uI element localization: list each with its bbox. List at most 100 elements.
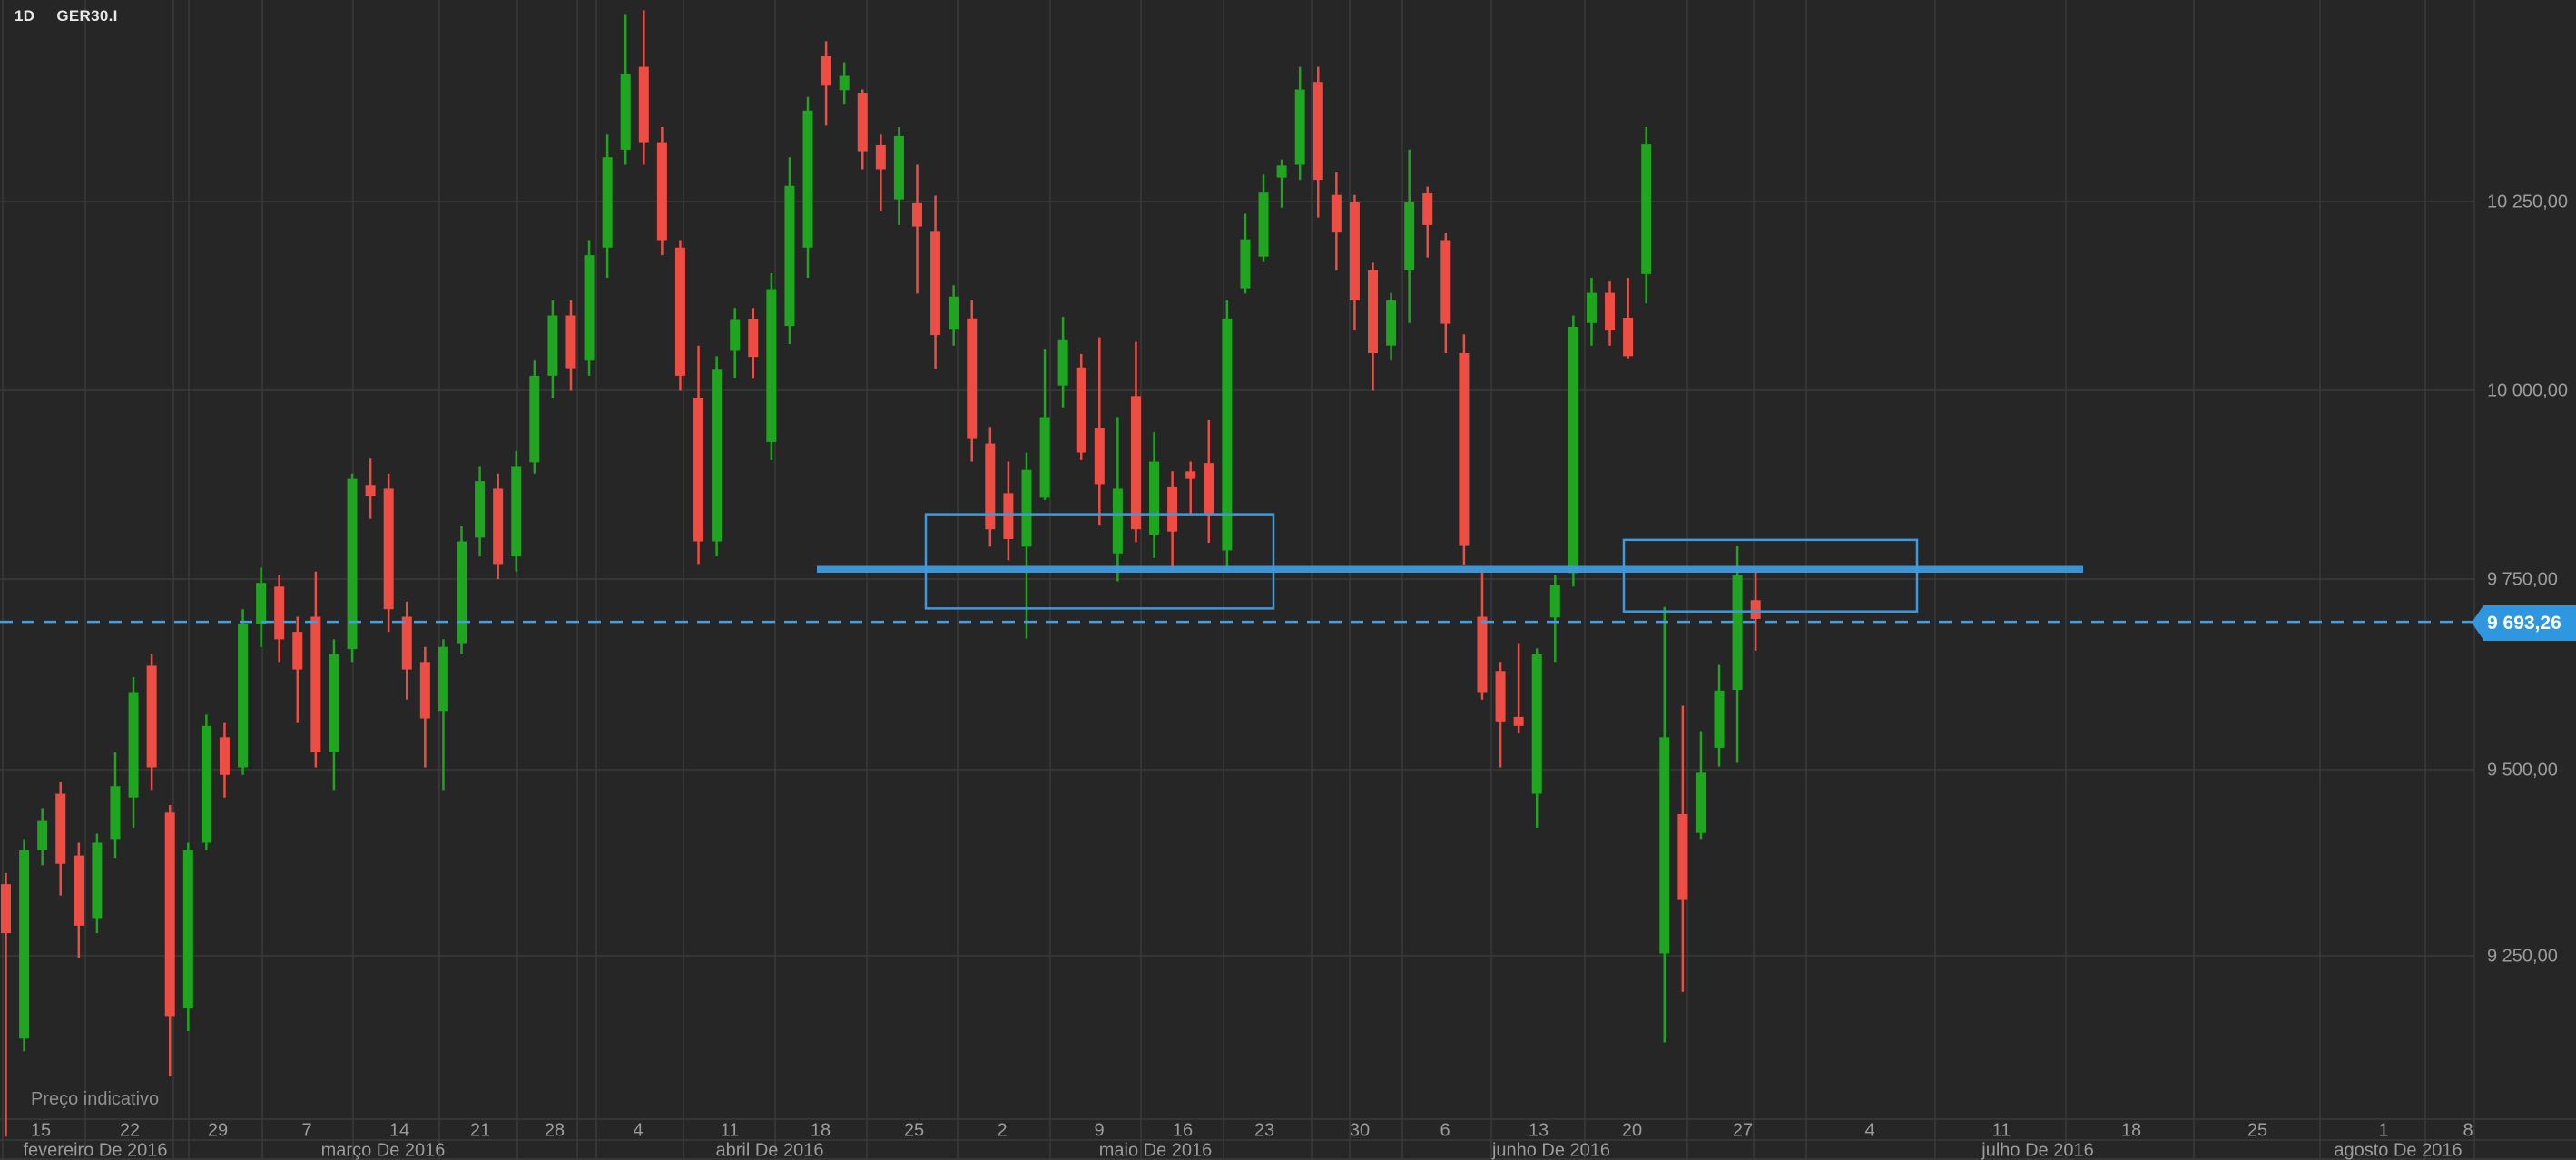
candle[interactable]	[712, 369, 722, 541]
candle[interactable]	[1167, 487, 1177, 532]
candle[interactable]	[730, 319, 740, 350]
candle[interactable]	[457, 542, 467, 644]
candle[interactable]	[1313, 82, 1323, 180]
candle[interactable]	[256, 583, 266, 624]
candle[interactable]	[1113, 488, 1123, 553]
symbol-label[interactable]: GER30.I	[56, 7, 117, 25]
candle[interactable]	[147, 665, 157, 767]
candle[interactable]	[1496, 671, 1506, 722]
candle[interactable]	[565, 316, 575, 369]
candle[interactable]	[1332, 195, 1342, 233]
candle[interactable]	[1659, 737, 1669, 953]
candle[interactable]	[1568, 327, 1578, 573]
candle[interactable]	[1021, 470, 1031, 547]
candle[interactable]	[1550, 585, 1560, 618]
candle[interactable]	[985, 444, 995, 530]
candle[interactable]	[1422, 193, 1432, 225]
candle[interactable]	[1277, 165, 1287, 177]
candle[interactable]	[1532, 654, 1542, 794]
candle[interactable]	[1149, 462, 1159, 536]
candle[interactable]	[238, 624, 248, 768]
candle[interactable]	[693, 398, 703, 542]
candle[interactable]	[748, 319, 758, 358]
candle[interactable]	[657, 143, 667, 241]
candle[interactable]	[967, 319, 977, 439]
candle[interactable]	[1077, 368, 1086, 453]
candle[interactable]	[675, 248, 685, 376]
candle[interactable]	[1459, 353, 1469, 546]
candle[interactable]	[930, 231, 940, 335]
candle[interactable]	[165, 812, 175, 1016]
candle[interactable]	[92, 843, 102, 919]
candle[interactable]	[402, 617, 412, 670]
candle[interactable]	[1733, 575, 1743, 690]
candle[interactable]	[1477, 617, 1487, 693]
candle[interactable]	[366, 485, 376, 496]
candle[interactable]	[129, 693, 139, 798]
candle[interactable]	[949, 297, 959, 330]
candle[interactable]	[1440, 241, 1450, 324]
candle[interactable]	[1368, 270, 1378, 353]
candle[interactable]	[438, 647, 448, 712]
candle[interactable]	[894, 136, 904, 200]
candle[interactable]	[821, 56, 831, 85]
candle[interactable]	[1095, 428, 1105, 484]
candle[interactable]	[547, 316, 557, 376]
candle[interactable]	[220, 737, 230, 775]
candle[interactable]	[1587, 293, 1597, 323]
candle[interactable]	[55, 794, 65, 864]
candle[interactable]	[1131, 396, 1141, 529]
candle[interactable]	[1, 884, 11, 933]
candle[interactable]	[1641, 144, 1651, 274]
candle[interactable]	[110, 786, 120, 839]
candle[interactable]	[475, 481, 485, 537]
candle[interactable]	[310, 617, 320, 752]
candle[interactable]	[202, 726, 211, 843]
timeframe-label[interactable]: 1D	[15, 7, 34, 25]
candle[interactable]	[603, 157, 613, 248]
candle[interactable]	[1259, 192, 1269, 257]
candle[interactable]	[19, 850, 29, 1039]
candle[interactable]	[1222, 319, 1232, 551]
candle[interactable]	[621, 74, 631, 150]
candle[interactable]	[1605, 293, 1615, 331]
candle[interactable]	[183, 850, 193, 1008]
candle[interactable]	[1295, 90, 1305, 165]
candle[interactable]	[384, 488, 394, 609]
candle[interactable]	[1350, 202, 1360, 300]
candle[interactable]	[1040, 418, 1050, 498]
candle[interactable]	[766, 289, 776, 441]
candle[interactable]	[1058, 340, 1068, 386]
candle[interactable]	[639, 67, 649, 143]
candle[interactable]	[74, 856, 84, 926]
candle[interactable]	[1386, 300, 1396, 346]
candle[interactable]	[1185, 471, 1195, 478]
candle[interactable]	[1623, 318, 1633, 356]
candle[interactable]	[1514, 717, 1524, 726]
candle[interactable]	[858, 93, 868, 152]
candle[interactable]	[1003, 493, 1013, 539]
candle[interactable]	[493, 488, 503, 564]
candle[interactable]	[292, 632, 302, 670]
candle[interactable]	[529, 376, 539, 462]
candle[interactable]	[348, 479, 358, 650]
candle[interactable]	[274, 586, 284, 639]
candle[interactable]	[1677, 814, 1687, 900]
candle[interactable]	[803, 111, 813, 248]
candle[interactable]	[1204, 463, 1214, 515]
candle[interactable]	[329, 654, 339, 752]
candle[interactable]	[1751, 600, 1761, 619]
candle[interactable]	[912, 203, 922, 227]
candle[interactable]	[511, 467, 521, 557]
candle[interactable]	[1240, 240, 1250, 289]
candle[interactable]	[876, 145, 886, 170]
candle[interactable]	[840, 76, 850, 91]
candle[interactable]	[420, 662, 430, 718]
candle[interactable]	[784, 186, 794, 326]
candle[interactable]	[1715, 691, 1725, 748]
candle[interactable]	[37, 821, 47, 850]
candle[interactable]	[585, 255, 595, 360]
candlestick-chart[interactable]: 10 250,0010 000,009 750,009 500,009 250,…	[0, 0, 2576, 1160]
candle[interactable]	[1404, 202, 1414, 270]
candle[interactable]	[1696, 772, 1706, 832]
